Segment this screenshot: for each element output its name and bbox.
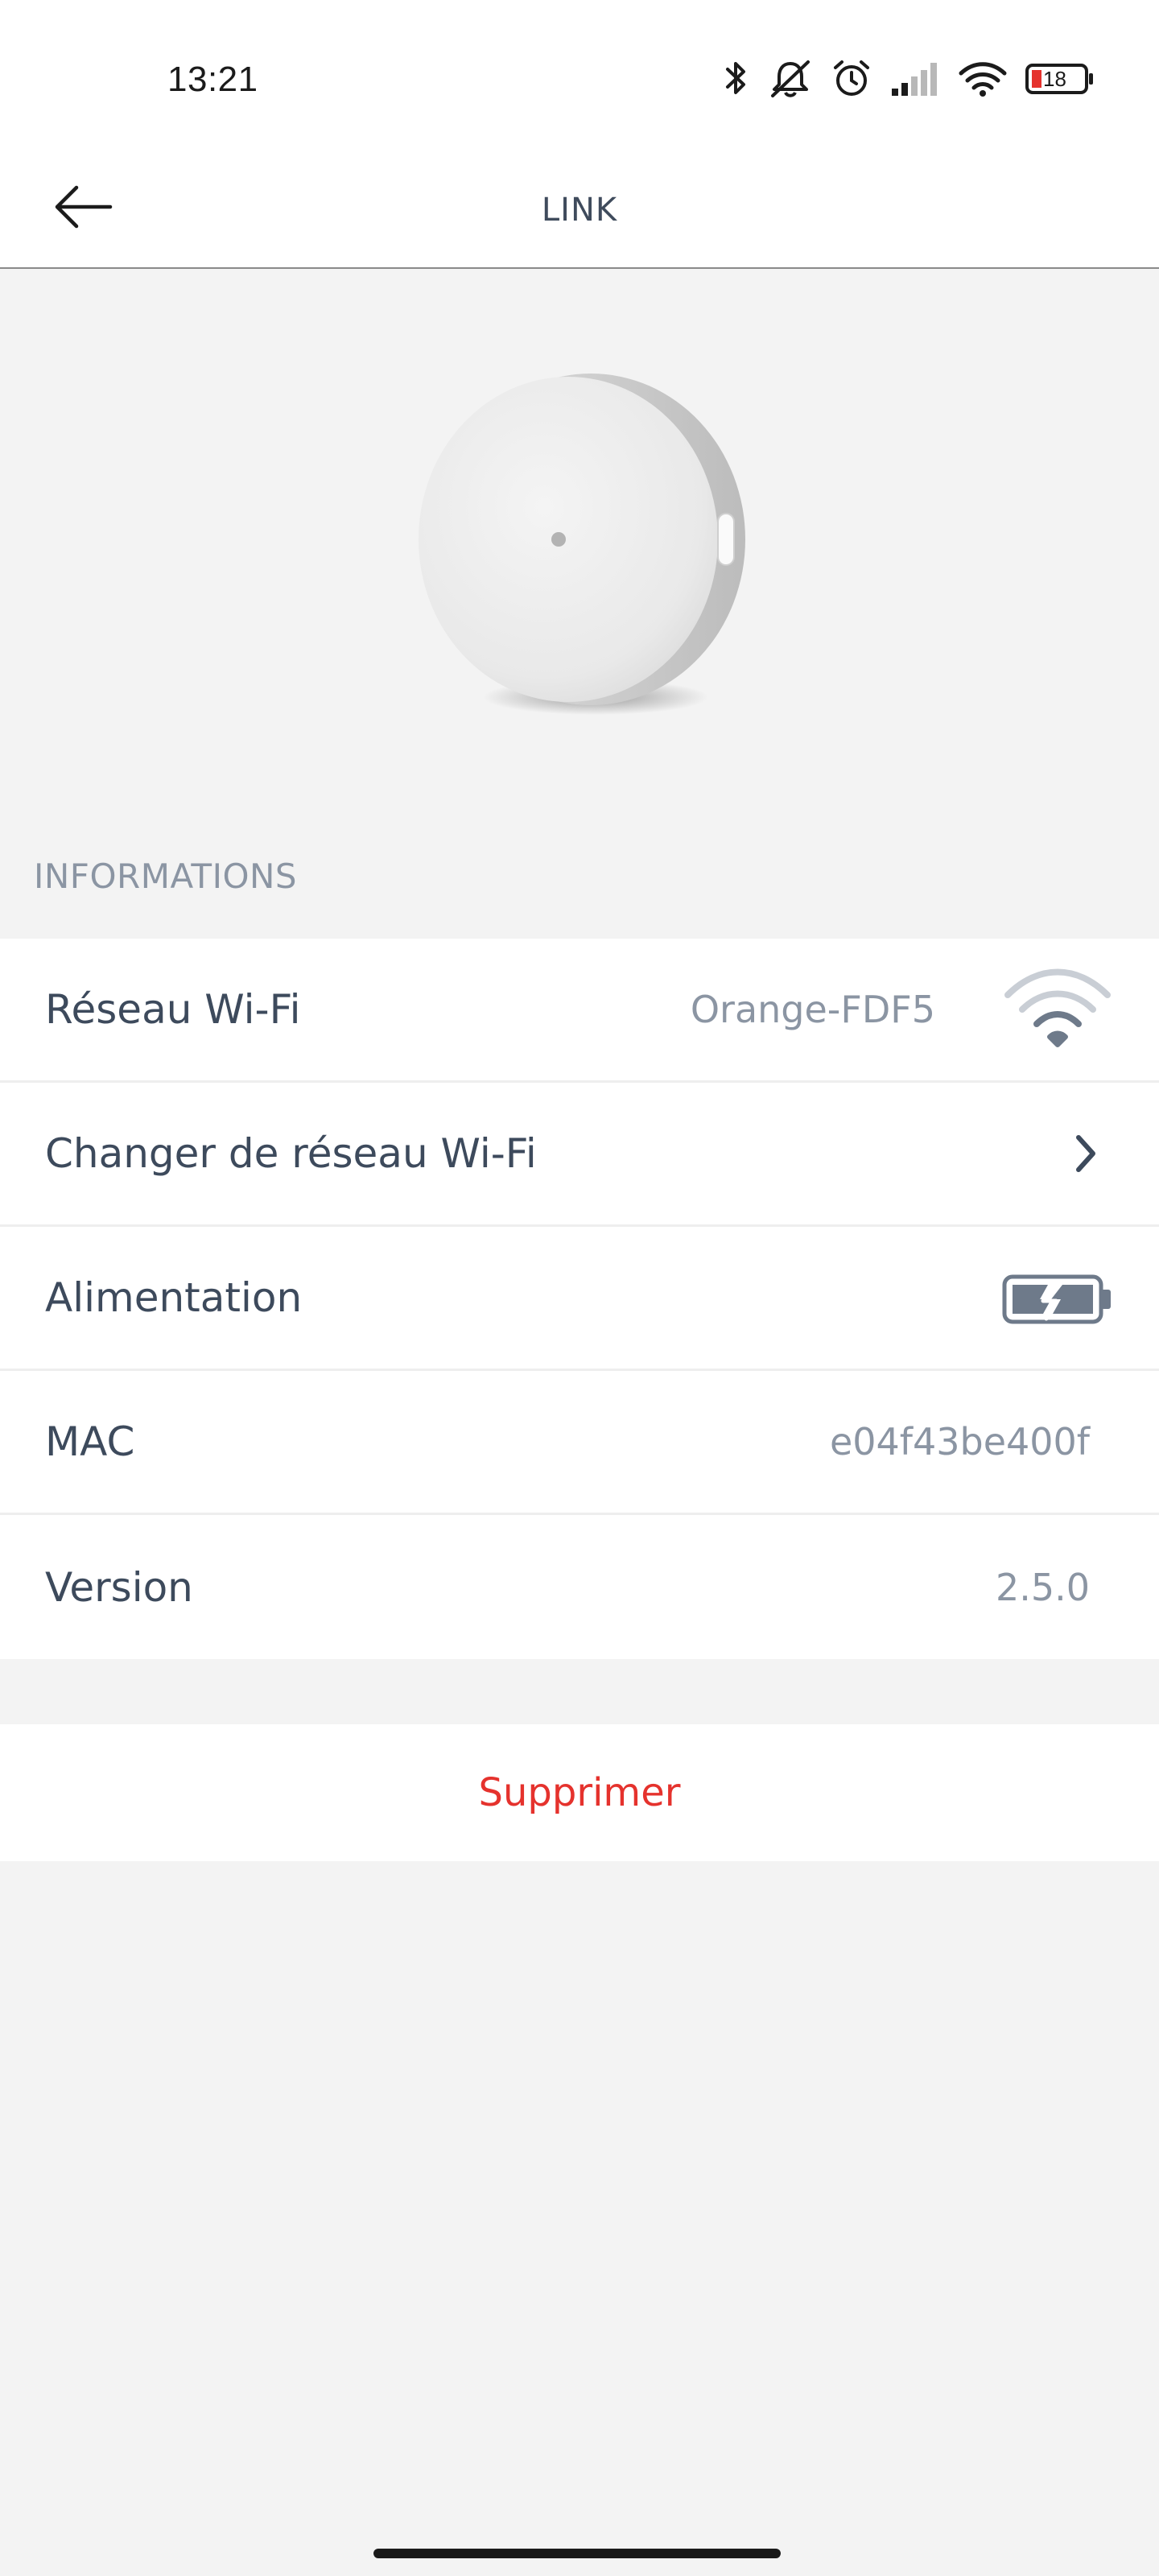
- mac-value: e04f43be400f: [829, 1420, 1090, 1463]
- home-indicator[interactable]: [373, 2549, 781, 2558]
- wifi-network-label: Réseau Wi-Fi: [45, 986, 301, 1033]
- bluetooth-icon: [723, 59, 750, 99]
- battery-charging-icon: [1001, 1274, 1114, 1325]
- alarm-icon: [831, 58, 872, 100]
- device-image-area: [0, 270, 1159, 834]
- signal-icon: [890, 61, 940, 97]
- version-value: 2.5.0: [995, 1565, 1090, 1609]
- wifi-icon: [958, 60, 1008, 97]
- page-title: LINK: [541, 192, 618, 229]
- delete-button[interactable]: Supprimer: [474, 1769, 686, 1816]
- row-version: Version 2.5.0: [0, 1515, 1159, 1659]
- info-list: Réseau Wi-Fi Orange-FDF5 Changer de rése…: [0, 939, 1159, 1659]
- chevron-right-icon: [1070, 1131, 1103, 1176]
- change-wifi-row[interactable]: Changer de réseau Wi-Fi: [0, 1083, 1159, 1227]
- status-time: 13:21: [167, 60, 258, 99]
- version-label: Version: [45, 1563, 193, 1611]
- mac-label: MAC: [45, 1418, 135, 1465]
- change-wifi-label: Changer de réseau Wi-Fi: [45, 1130, 537, 1177]
- section-title-informations: INFORMATIONS: [34, 857, 298, 896]
- wifi-network-value: Orange-FDF5: [690, 988, 935, 1031]
- wifi-strength-icon: [1001, 968, 1114, 1051]
- battery-icon: 18: [1025, 63, 1095, 95]
- row-wifi-network: Réseau Wi-Fi Orange-FDF5: [0, 939, 1159, 1083]
- muted-bell-icon: [768, 59, 813, 99]
- app-header: LINK: [0, 153, 1159, 269]
- row-mac: MAC e04f43be400f: [0, 1371, 1159, 1515]
- device-image: [402, 367, 757, 721]
- status-bar: 13:21 18: [0, 0, 1159, 153]
- row-power-supply: Alimentation: [0, 1227, 1159, 1371]
- delete-block: Supprimer: [0, 1724, 1159, 1861]
- power-supply-label: Alimentation: [45, 1274, 303, 1321]
- battery-level: 18: [1043, 67, 1066, 91]
- status-icons: 18: [723, 55, 1095, 103]
